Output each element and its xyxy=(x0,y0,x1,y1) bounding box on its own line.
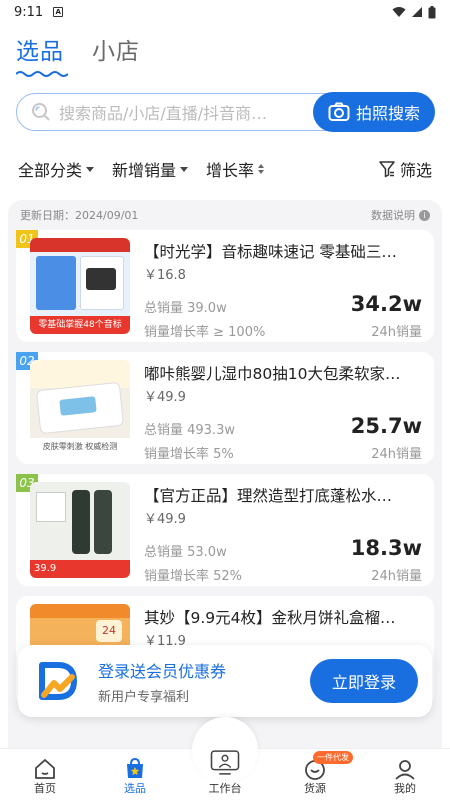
category-filter[interactable]: 全部分类 xyxy=(18,157,95,181)
total-sales: 总销量 493.3w xyxy=(144,423,235,438)
product-title: 其妙【9.9元4枚】金秋月饼礼盒榴… xyxy=(144,609,396,627)
profile-icon xyxy=(395,760,415,780)
nav-label: 我的 xyxy=(394,782,416,795)
notification-icon: A xyxy=(53,7,64,17)
thumb-caption: 皮肤零刺激 权威检测 xyxy=(30,438,130,456)
filter-button[interactable]: 筛选 xyxy=(378,157,432,181)
tab-store-label: 小店 xyxy=(92,39,140,65)
sales-24h-label: 24h销量 xyxy=(371,447,422,462)
data-note-link[interactable]: 数据说明 i xyxy=(371,207,430,223)
product-price: ￥49.9 xyxy=(144,512,186,527)
list-meta: 更新日期：2024/09/01 数据说明 i xyxy=(8,200,442,230)
nav-label: 工作台 xyxy=(208,782,242,795)
new-sales-label: 新增销量 xyxy=(112,161,177,180)
bottom-nav: 首页 选品 工作台 一件代发 货源 我的 xyxy=(0,717,450,800)
nav-label: 选品 xyxy=(124,782,146,795)
top-tabs: 选品 小店 xyxy=(0,24,450,77)
sales-growth: 销量增长率 ≥ 100% xyxy=(144,325,266,340)
info-icon: i xyxy=(419,209,430,221)
login-promo-banner[interactable]: 登录送会员优惠券 新用户专享福利 立即登录 xyxy=(18,645,432,717)
product-title: 【时光学】音标趣味速记 零基础三… xyxy=(144,243,397,261)
sort-arrows-icon xyxy=(258,164,265,174)
login-promo-subtitle: 新用户专享福利 xyxy=(98,689,190,705)
caret-down-icon xyxy=(180,166,189,172)
thumb-caption: 39.9 xyxy=(30,560,130,578)
total-sales: 总销量 39.0w xyxy=(144,301,227,316)
product-thumbnail: 39.9 xyxy=(30,482,130,578)
data-note-label: 数据说明 xyxy=(371,209,415,222)
search-icon xyxy=(32,103,50,121)
sales-24h: 34.2w xyxy=(350,292,422,316)
new-sales-sort[interactable]: 新增销量 xyxy=(112,157,189,181)
photo-search-label: 拍照搜索 xyxy=(355,104,420,123)
search-row: 搜索商品/小店/直播/抖音商… 拍照搜索 xyxy=(16,92,435,132)
battery-icon xyxy=(428,5,436,18)
thumb-caption: 零基础掌握48个音标 xyxy=(30,316,130,334)
filter-label: 筛选 xyxy=(399,161,432,180)
sales-24h-label: 24h销量 xyxy=(371,569,422,584)
wifi-icon xyxy=(392,7,406,17)
nav-label: 货源 xyxy=(304,782,326,795)
bag-icon xyxy=(127,758,143,778)
product-card[interactable]: 02 皮肤零刺激 权威检测 嘟咔熊婴儿湿巾80抽10大包柔软家… ￥49.9 总… xyxy=(16,352,434,464)
supply-badge: 一件代发 xyxy=(313,751,353,764)
nav-item-supply[interactable]: 一件代发 货源 xyxy=(270,749,360,800)
funnel-icon xyxy=(379,161,395,178)
sales-growth: 销量增长率 52% xyxy=(144,569,243,584)
total-sales: 总销量 53.0w xyxy=(144,545,227,560)
product-thumbnail: 皮肤零刺激 权威检测 xyxy=(30,360,130,456)
search-placeholder: 搜索商品/小店/直播/抖音商… xyxy=(59,104,268,123)
product-title: 嘟咔熊婴儿湿巾80抽10大包柔软家… xyxy=(144,365,401,383)
tab-selection-label: 选品 xyxy=(16,39,64,65)
status-time: 9:11 xyxy=(14,4,44,20)
search-input[interactable]: 搜索商品/小店/直播/抖音商… 拍照搜索 xyxy=(16,92,435,132)
caret-down-icon xyxy=(86,166,95,172)
tab-selection[interactable]: 选品 xyxy=(16,32,68,77)
update-date: 更新日期：2024/09/01 xyxy=(20,209,139,222)
tab-store[interactable]: 小店 xyxy=(92,32,140,72)
active-tab-wave-indicator xyxy=(16,71,68,77)
product-price: ￥16.8 xyxy=(144,268,186,283)
growth-sort[interactable]: 增长率 xyxy=(206,157,265,181)
home-icon xyxy=(35,759,55,779)
product-card[interactable]: 03 39.9 【官方正品】理然造型打底蓬松水… ￥49.9 总销量 53.0w… xyxy=(16,474,434,586)
sales-24h-label: 24h销量 xyxy=(371,325,422,340)
sales-growth: 销量增长率 5% xyxy=(144,447,234,462)
photo-search-button[interactable]: 拍照搜索 xyxy=(313,92,435,132)
sales-24h: 18.3w xyxy=(350,536,422,560)
monitor-icon xyxy=(210,750,240,775)
filter-bar: 全部分类 新增销量 增长率 筛选 xyxy=(0,154,450,184)
nav-label: 首页 xyxy=(34,782,56,795)
app-logo-icon xyxy=(39,662,77,700)
nav-item-selection[interactable]: 选品 xyxy=(90,749,180,800)
login-button[interactable]: 立即登录 xyxy=(310,659,418,703)
camera-icon xyxy=(328,102,350,121)
nav-item-workbench[interactable]: 工作台 xyxy=(180,717,270,800)
product-price: ￥49.9 xyxy=(144,390,186,405)
thumb-caption: 24 xyxy=(96,620,122,642)
login-promo-title: 登录送会员优惠券 xyxy=(98,661,227,681)
status-bar: 9:11 A xyxy=(0,0,450,24)
category-filter-label: 全部分类 xyxy=(18,161,83,180)
growth-label: 增长率 xyxy=(206,161,255,180)
product-title: 【官方正品】理然造型打底蓬松水… xyxy=(144,487,393,505)
nav-item-profile[interactable]: 我的 xyxy=(360,749,450,800)
product-card[interactable]: 01 零基础掌握48个音标 【时光学】音标趣味速记 零基础三… ￥16.8 总销… xyxy=(16,230,434,342)
nav-item-home[interactable]: 首页 xyxy=(0,749,90,800)
product-thumbnail: 零基础掌握48个音标 xyxy=(30,238,130,334)
sales-24h: 25.7w xyxy=(350,414,422,438)
signal-icon xyxy=(412,7,422,17)
